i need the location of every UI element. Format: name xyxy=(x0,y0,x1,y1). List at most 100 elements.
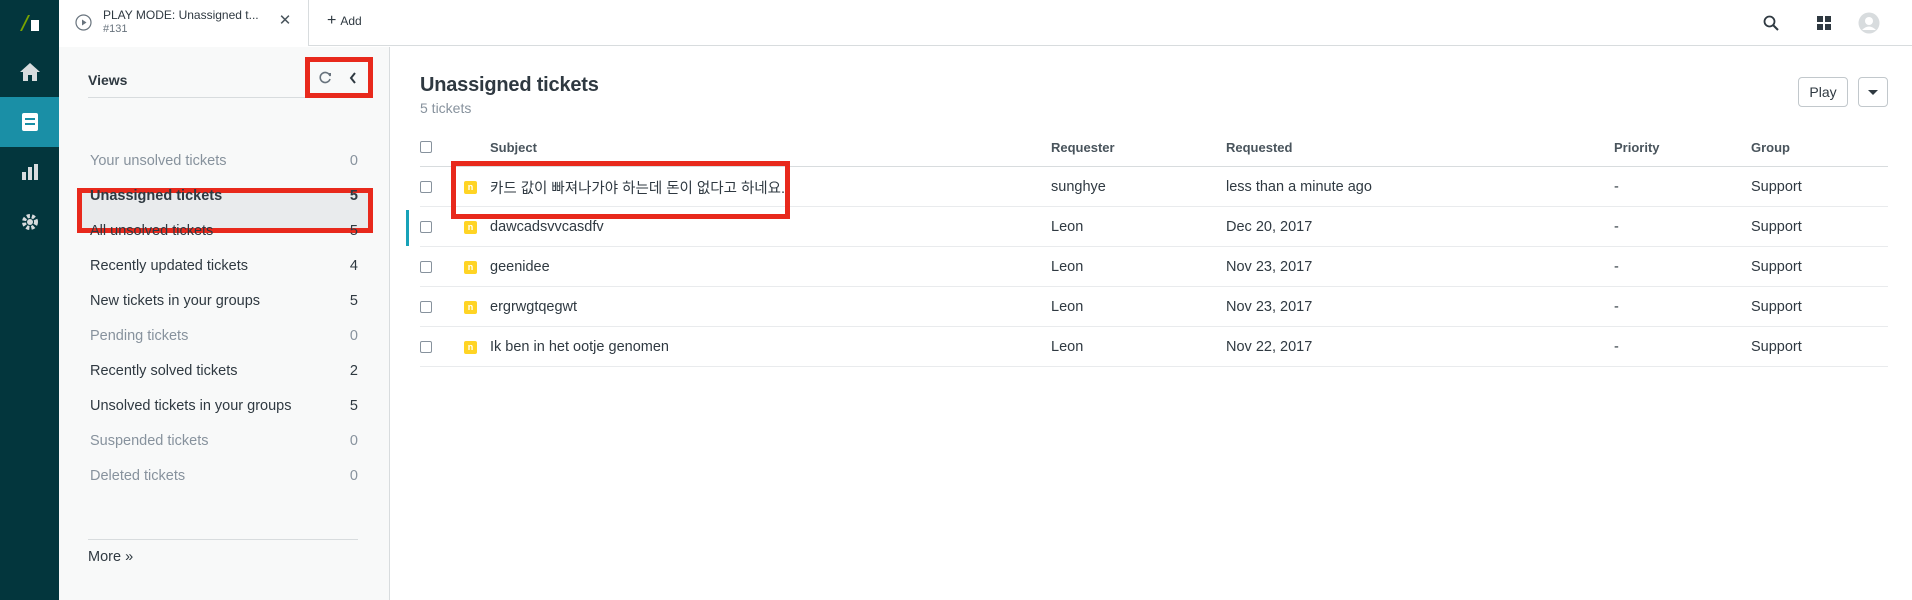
chevron-left-icon[interactable] xyxy=(346,71,360,85)
page-title: Unassigned tickets xyxy=(420,74,599,96)
view-label: Unassigned tickets xyxy=(90,187,223,204)
row-checkbox[interactable] xyxy=(420,167,432,207)
views-panel: Views Your unsolved tickets 0 Unassigned… xyxy=(59,47,390,600)
ticket-requested: Dec 20, 2017 xyxy=(1226,219,1313,235)
view-label: Pending tickets xyxy=(90,327,189,344)
divider xyxy=(88,539,358,540)
status-new-badge: n xyxy=(464,247,477,287)
column-requester[interactable]: Requester xyxy=(1051,127,1115,167)
avatar[interactable] xyxy=(1858,12,1880,34)
view-label: Recently solved tickets xyxy=(90,362,238,379)
search-icon[interactable] xyxy=(1760,12,1782,34)
view-label: Your unsolved tickets xyxy=(90,152,227,169)
view-count: 0 xyxy=(349,152,358,169)
ticket-group: Support xyxy=(1751,299,1802,315)
views-controls xyxy=(305,57,373,98)
ticket-requested: Nov 23, 2017 xyxy=(1226,259,1313,275)
play-circle-icon xyxy=(75,14,92,31)
view-list: Your unsolved tickets 0 Unassigned ticke… xyxy=(88,153,358,493)
column-priority[interactable]: Priority xyxy=(1614,127,1660,167)
ticket-requester: Leon xyxy=(1051,339,1084,355)
select-all-checkbox[interactable] xyxy=(420,127,432,167)
options-dropdown-button[interactable] xyxy=(1858,77,1888,107)
view-item-unassigned[interactable]: Unassigned tickets 5 xyxy=(88,178,358,213)
add-label: Add xyxy=(340,14,362,28)
view-item-your-unsolved[interactable]: Your unsolved tickets 0 xyxy=(88,143,358,178)
ticket-requested: Nov 22, 2017 xyxy=(1226,339,1313,355)
tab-play-mode[interactable]: PLAY MODE: Unassigned t... #131 ✕ xyxy=(59,0,309,46)
view-item-new-in-groups[interactable]: New tickets in your groups 5 xyxy=(88,283,358,318)
view-label: All unsolved tickets xyxy=(90,222,214,239)
row-hover-marker xyxy=(406,210,409,246)
close-icon[interactable]: ✕ xyxy=(277,13,293,29)
view-label: Deleted tickets xyxy=(90,467,186,484)
zendesk-logo[interactable] xyxy=(0,0,59,46)
ticket-group: Support xyxy=(1751,179,1802,195)
table-row[interactable]: n Ik ben in het ootje genomen Leon Nov 2… xyxy=(420,327,1888,367)
column-group[interactable]: Group xyxy=(1751,127,1790,167)
view-count: 2 xyxy=(349,362,358,379)
ticket-priority: - xyxy=(1614,259,1619,275)
view-count: 0 xyxy=(349,432,358,449)
table-row[interactable]: n geenidee Leon Nov 23, 2017 - Support xyxy=(420,247,1888,287)
tab-title: PLAY MODE: Unassigned t... xyxy=(103,8,259,22)
view-item-recently-solved[interactable]: Recently solved tickets 2 xyxy=(88,353,358,388)
ticket-group: Support xyxy=(1751,219,1802,235)
views-title: Views xyxy=(88,72,128,88)
refresh-icon[interactable] xyxy=(318,71,332,85)
row-checkbox[interactable] xyxy=(420,287,432,327)
status-new-badge: n xyxy=(464,327,477,367)
admin-gear-icon[interactable] xyxy=(0,197,59,247)
top-bar: PLAY MODE: Unassigned t... #131 ✕ + Add xyxy=(59,0,1912,46)
ticket-priority: - xyxy=(1614,299,1619,315)
view-label: Unsolved tickets in your groups xyxy=(90,397,292,414)
ticket-requester: Leon xyxy=(1051,219,1084,235)
ticket-priority: - xyxy=(1614,339,1619,355)
ticket-group: Support xyxy=(1751,339,1802,355)
view-item-suspended[interactable]: Suspended tickets 0 xyxy=(88,423,358,458)
row-checkbox[interactable] xyxy=(420,207,432,247)
view-count: 4 xyxy=(349,257,358,274)
view-count: 5 xyxy=(349,222,358,239)
add-tab-button[interactable]: + Add xyxy=(327,12,362,29)
reporting-icon[interactable] xyxy=(0,147,59,197)
ticket-requester: sunghye xyxy=(1051,179,1106,195)
ticket-priority: - xyxy=(1614,179,1619,195)
chevron-down-icon xyxy=(1868,89,1878,95)
plus-icon: + xyxy=(327,12,337,29)
more-views-link[interactable]: More » xyxy=(88,549,133,565)
view-item-all-unsolved[interactable]: All unsolved tickets 5 xyxy=(88,213,358,248)
ticket-subject[interactable]: Ik ben in het ootje genomen xyxy=(490,327,669,367)
ticket-subject[interactable]: geenidee xyxy=(490,247,550,287)
view-item-recently-updated[interactable]: Recently updated tickets 4 xyxy=(88,248,358,283)
nav-rail xyxy=(0,0,59,600)
view-label: Recently updated tickets xyxy=(90,257,248,274)
view-count: 0 xyxy=(349,327,358,344)
row-checkbox[interactable] xyxy=(420,247,432,287)
view-count: 0 xyxy=(349,467,358,484)
row-checkbox[interactable] xyxy=(420,327,432,367)
ticket-count: 5 tickets xyxy=(420,100,472,116)
ticket-requested: less than a minute ago xyxy=(1226,179,1372,195)
play-button[interactable]: Play xyxy=(1798,77,1848,107)
ticket-requester: Leon xyxy=(1051,259,1084,275)
view-count: 5 xyxy=(349,397,358,414)
view-count: 5 xyxy=(349,292,358,309)
view-item-deleted[interactable]: Deleted tickets 0 xyxy=(88,458,358,493)
column-requested[interactable]: Requested xyxy=(1226,127,1292,167)
tab-ticket-id: #131 xyxy=(103,23,128,35)
ticket-group: Support xyxy=(1751,259,1802,275)
ticket-requester: Leon xyxy=(1051,299,1084,315)
table-row[interactable]: n ergrwgtqegwt Leon Nov 23, 2017 - Suppo… xyxy=(420,287,1888,327)
view-item-unsolved-in-groups[interactable]: Unsolved tickets in your groups 5 xyxy=(88,388,358,423)
views-icon[interactable] xyxy=(0,97,59,147)
view-item-pending[interactable]: Pending tickets 0 xyxy=(88,318,358,353)
products-grid-icon[interactable] xyxy=(1813,12,1835,34)
home-icon[interactable] xyxy=(0,47,59,97)
ticket-subject[interactable]: ergrwgtqegwt xyxy=(490,287,577,327)
view-count: 5 xyxy=(349,187,358,204)
status-new-badge: n xyxy=(464,287,477,327)
ticket-priority: - xyxy=(1614,219,1619,235)
ticket-requested: Nov 23, 2017 xyxy=(1226,299,1313,315)
view-label: Suspended tickets xyxy=(90,432,209,449)
